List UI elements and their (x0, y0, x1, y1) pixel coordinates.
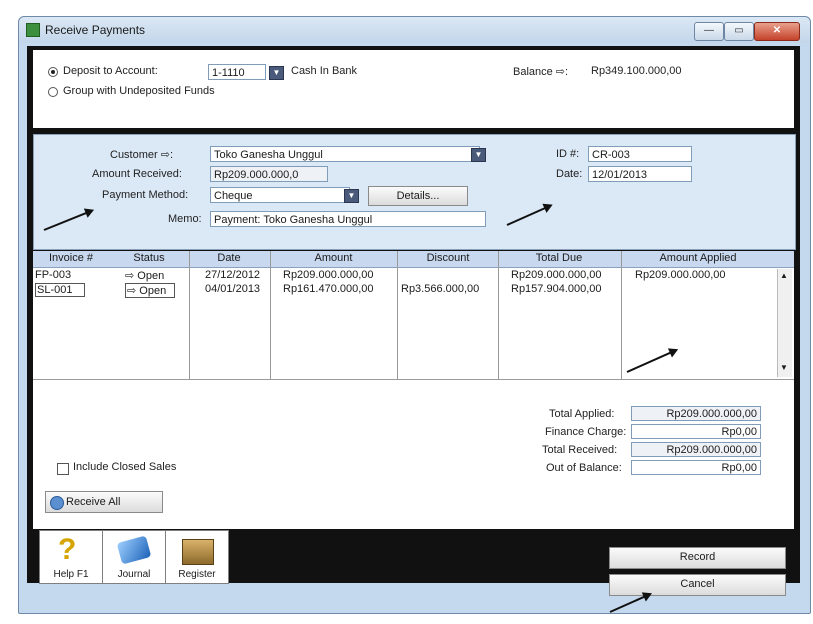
receive-all-icon (50, 496, 64, 510)
account-code-field[interactable]: 1-1110 (208, 64, 266, 80)
total-due-cell: Rp209.000.000,00 (511, 269, 602, 281)
col-total-due: Total Due (535, 252, 583, 264)
customer-label: Customer ⇨: (110, 149, 174, 161)
title-bar: Receive Payments — ▭ ✕ (19, 17, 810, 43)
finance-charge-label: Finance Charge: (545, 426, 627, 438)
deposit-to-account-label: Deposit to Account: (63, 65, 158, 77)
journal-icon (116, 535, 152, 565)
amount-received-label: Amount Received: (92, 168, 182, 180)
record-button[interactable]: Record (609, 547, 786, 569)
deposit-panel: Deposit to Account: 1-1110 ▼ Cash In Ban… (33, 50, 794, 128)
invoice-grid-panel: Invoice # Status Date Amount Discount To… (33, 251, 794, 529)
date-field[interactable]: 12/01/2013 (588, 166, 692, 182)
help-label: Help F1 (53, 569, 89, 580)
record-button-label: Record (679, 551, 716, 563)
journal-label: Journal (117, 569, 151, 580)
amount-cell: Rp161.470.000,00 (283, 283, 374, 295)
receive-payments-window: Receive Payments — ▭ ✕ Deposit to Accoun… (18, 16, 811, 614)
scroll-down-icon[interactable]: ▼ (780, 363, 788, 372)
register-label: Register (178, 569, 216, 580)
col-amount: Amount (314, 252, 353, 264)
help-button[interactable]: ? Help F1 (39, 530, 103, 584)
total-received-label: Total Received: (542, 444, 618, 456)
status-cell: ⇨ Open (125, 270, 165, 282)
client-area: Deposit to Account: 1-1110 ▼ Cash In Ban… (27, 46, 800, 596)
customer-field[interactable]: Toko Ganesha Unggul (210, 146, 480, 162)
total-applied-field: Rp209.000.000,00 (631, 406, 761, 421)
finance-charge-field[interactable]: Rp0,00 (631, 424, 761, 439)
out-of-balance-field: Rp0,00 (631, 460, 761, 475)
app-icon (26, 23, 40, 37)
payment-method-label: Payment Method: (102, 189, 189, 201)
scroll-up-icon[interactable]: ▲ (780, 271, 788, 280)
total-received-field: Rp209.000.000,00 (631, 442, 761, 457)
amount-cell: Rp209.000.000,00 (283, 269, 374, 281)
date-cell: 27/12/2012 (205, 269, 261, 281)
balance-value: Rp349.100.000,00 (591, 65, 682, 77)
group-undeposited-radio[interactable] (48, 87, 58, 97)
id-label: ID #: (556, 148, 580, 160)
customer-lookup-icon[interactable]: ▼ (471, 148, 486, 162)
id-field[interactable]: CR-003 (588, 146, 692, 162)
out-of-balance-label: Out of Balance: (546, 462, 622, 474)
minimize-button[interactable]: — (694, 22, 724, 41)
table-row[interactable]: SL-001 ⇨ Open 04/01/2013 Rp161.470.000,0… (33, 283, 773, 298)
col-discount: Discount (426, 252, 470, 264)
register-button[interactable]: Register (165, 530, 229, 584)
memo-field[interactable]: Payment: Toko Ganesha Unggul (210, 211, 486, 227)
deposit-to-account-radio[interactable] (48, 67, 58, 77)
status-cell: ⇨ Open (125, 283, 176, 298)
receive-all-button[interactable]: Receive All (45, 491, 163, 513)
maximize-button[interactable]: ▭ (724, 22, 754, 41)
date-cell: 04/01/2013 (205, 283, 261, 295)
grid-bottom-border (33, 379, 794, 380)
amount-applied-cell[interactable]: Rp209.000.000,00 (635, 269, 726, 281)
cancel-button-label: Cancel (680, 578, 715, 590)
details-button-label: Details... (396, 190, 440, 202)
help-icon: ? (58, 533, 77, 566)
col-invoice: Invoice # (48, 252, 94, 264)
customer-panel: Customer ⇨: Toko Ganesha Unggul ▼ Amount… (33, 134, 796, 250)
payment-method-select[interactable]: Cheque (210, 187, 350, 203)
date-label: Date: (556, 168, 583, 180)
account-name: Cash In Bank (291, 65, 358, 77)
details-button[interactable]: Details... (368, 186, 468, 206)
cancel-button[interactable]: Cancel (609, 574, 786, 596)
close-button[interactable]: ✕ (754, 22, 800, 41)
total-applied-label: Total Applied: (549, 408, 615, 420)
invoice-cell: FP-003 (35, 269, 72, 281)
balance-label: Balance ⇨: (513, 66, 569, 78)
col-amount-applied: Amount Applied (659, 252, 737, 264)
discount-cell: Rp3.566.000,00 (401, 283, 480, 295)
grid-header: Invoice # Status Date Amount Discount To… (33, 251, 794, 268)
group-undeposited-label: Group with Undeposited Funds (63, 85, 215, 97)
receive-all-label: Receive All (66, 496, 121, 508)
memo-label: Memo: (168, 213, 202, 225)
total-due-cell: Rp157.904.000,00 (511, 283, 602, 295)
chevron-down-icon[interactable]: ▼ (344, 189, 359, 203)
invoice-cell: SL-001 (35, 283, 86, 297)
account-lookup-icon[interactable]: ▼ (269, 66, 284, 80)
col-status: Status (133, 252, 165, 264)
grid-scrollbar[interactable]: ▲ ▼ (777, 269, 792, 377)
window-title: Receive Payments (45, 23, 146, 37)
amount-received-field[interactable]: Rp209.000.000,0 (210, 166, 328, 182)
include-closed-checkbox[interactable] (57, 463, 69, 475)
include-closed-label: Include Closed Sales (73, 461, 177, 473)
table-row[interactable]: FP-003 ⇨ Open 27/12/2012 Rp209.000.000,0… (33, 269, 773, 283)
journal-button[interactable]: Journal (102, 530, 166, 584)
register-icon (182, 539, 214, 565)
col-date: Date (217, 252, 241, 264)
